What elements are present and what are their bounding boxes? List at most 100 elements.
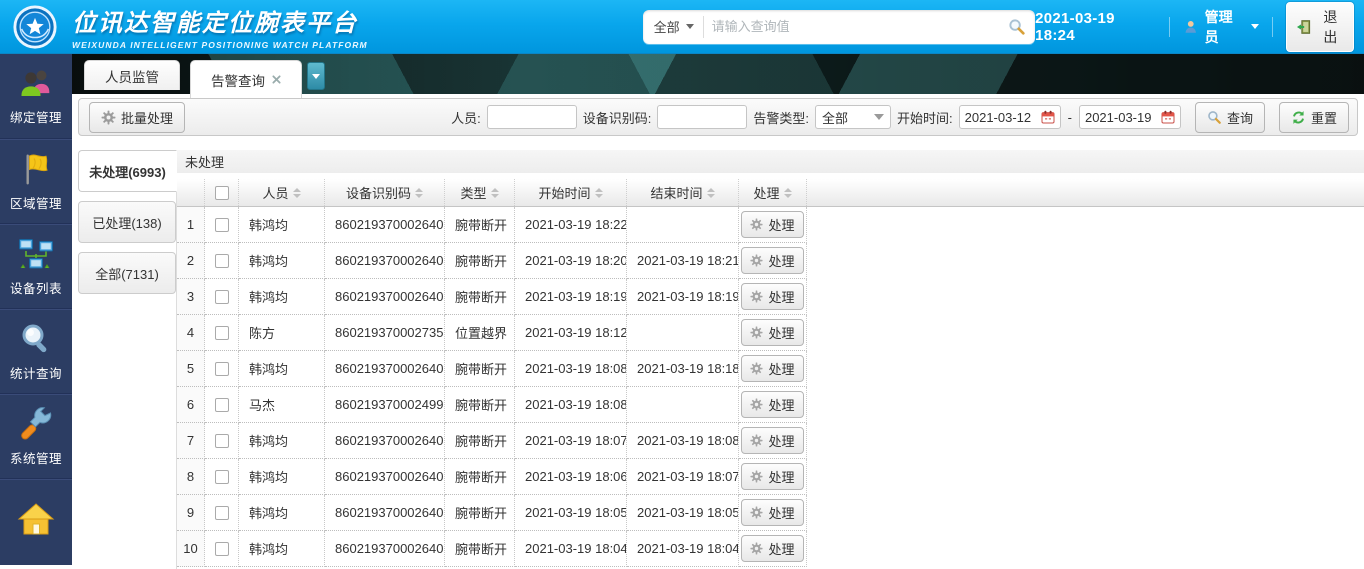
row-checkbox[interactable]: [215, 254, 229, 268]
logout-button[interactable]: 退出: [1286, 2, 1354, 52]
date-to-input[interactable]: 2021-03-19: [1079, 105, 1181, 129]
row-checkbox[interactable]: [215, 398, 229, 412]
cell-start-time: 2021-03-19 18:04: [515, 531, 627, 567]
table-body: 1 韩鸿均 860219370002640 腕带断开 2021-03-19 18…: [177, 207, 1364, 567]
cell-end-time: 2021-03-19 18:08: [627, 423, 739, 459]
app-window: 位讯达智能定位腕表平台 WEIXUNDA INTELLIGENT POSITIO…: [0, 0, 1364, 569]
row-checkbox[interactable]: [215, 434, 229, 448]
row-checkbox[interactable]: [215, 326, 229, 340]
user-menu[interactable]: 管理员: [1183, 7, 1259, 47]
tab-alarm-query[interactable]: 告警查询: [190, 60, 302, 98]
date-range-separator: -: [1068, 110, 1072, 125]
table-row: 4 陈方 860219370002735 位置越界 2021-03-19 18:…: [177, 315, 1364, 351]
sidebar-item-system[interactable]: 系统管理: [0, 394, 72, 479]
device-filter-input[interactable]: [657, 105, 747, 129]
gear-icon: [101, 110, 116, 125]
filter-tab-label: 未处理(6993): [89, 162, 166, 181]
cell-end-time: [627, 207, 739, 243]
sidebar-item-devices[interactable]: 设备列表: [0, 224, 72, 309]
row-process-button[interactable]: 处理: [741, 283, 803, 310]
header-filler-cell: [807, 179, 1364, 206]
batch-process-label: 批量处理: [121, 108, 173, 127]
filter-tab-all[interactable]: 全部(7131): [78, 252, 176, 294]
sidebar-item-region[interactable]: 区域管理: [0, 139, 72, 224]
column-header-end[interactable]: 结束时间: [627, 179, 739, 206]
chevron-down-icon: [686, 24, 694, 29]
sort-icon: [784, 188, 792, 198]
cell-type: 位置越界: [445, 315, 515, 351]
filter-tab-unprocessed[interactable]: 未处理(6993): [78, 150, 177, 192]
tab-personnel-monitor[interactable]: 人员监管: [84, 60, 180, 90]
cell-person: 马杰: [239, 387, 325, 423]
sidebar: 绑定管理 区域管理: [0, 54, 72, 565]
row-checkbox[interactable]: [215, 290, 229, 304]
person-filter-input[interactable]: [487, 105, 577, 129]
row-checkbox[interactable]: [215, 506, 229, 520]
select-all-checkbox[interactable]: [215, 186, 229, 200]
row-process-button[interactable]: 处理: [741, 499, 803, 526]
gear-icon: [750, 542, 763, 555]
tab-list-dropdown-button[interactable]: [307, 62, 325, 90]
row-checkbox[interactable]: [215, 362, 229, 376]
row-checkbox[interactable]: [215, 470, 229, 484]
cell-person: 韩鸿均: [239, 459, 325, 495]
row-process-button[interactable]: 处理: [741, 535, 803, 562]
batch-process-button[interactable]: 批量处理: [89, 102, 185, 133]
cell-action: 处理: [739, 315, 807, 351]
search-input[interactable]: [704, 19, 1008, 34]
tab-label: 人员监管: [105, 66, 159, 86]
column-header-action[interactable]: 处理: [739, 179, 807, 206]
row-checkbox-cell: [205, 495, 239, 531]
row-index: 6: [177, 387, 205, 423]
row-process-label: 处理: [768, 287, 794, 306]
brand-titles: 位讯达智能定位腕表平台 WEIXUNDA INTELLIGENT POSITIO…: [72, 3, 368, 50]
cell-start-time: 2021-03-19 18:12: [515, 315, 627, 351]
calendar-icon: [1041, 110, 1055, 124]
cell-start-time: 2021-03-19 18:19: [515, 279, 627, 315]
column-header-device[interactable]: 设备识别码: [325, 179, 445, 206]
row-index: 2: [177, 243, 205, 279]
date-from-input[interactable]: 2021-03-12: [959, 105, 1061, 129]
filter-tab-processed[interactable]: 已处理(138): [78, 201, 176, 243]
sort-icon: [293, 188, 301, 198]
cell-person: 韩鸿均: [239, 495, 325, 531]
column-header-start[interactable]: 开始时间: [515, 179, 627, 206]
column-header-person[interactable]: 人员: [239, 179, 325, 206]
row-process-button[interactable]: 处理: [741, 391, 803, 418]
alarm-type-select[interactable]: 全部: [815, 105, 891, 129]
row-process-button[interactable]: 处理: [741, 247, 803, 274]
search-category-dropdown[interactable]: 全部: [643, 16, 704, 38]
row-checkbox-cell: [205, 315, 239, 351]
gear-icon: [750, 434, 763, 447]
sidebar-item-binding[interactable]: 绑定管理: [0, 54, 72, 139]
query-label: 查询: [1227, 108, 1253, 127]
row-process-button[interactable]: 处理: [741, 211, 803, 238]
query-button[interactable]: 查询: [1195, 102, 1265, 133]
alarm-type-label: 告警类型:: [753, 108, 809, 127]
app-header: 位讯达智能定位腕表平台 WEIXUNDA INTELLIGENT POSITIO…: [0, 0, 1364, 54]
row-checkbox[interactable]: [215, 218, 229, 232]
row-checkbox-cell: [205, 459, 239, 495]
row-process-label: 处理: [768, 251, 794, 270]
wrench-icon: [18, 407, 54, 441]
sidebar-item-home[interactable]: [0, 479, 72, 565]
row-process-button[interactable]: 处理: [741, 427, 803, 454]
reset-button[interactable]: 重置: [1279, 102, 1349, 133]
row-filler-cell: [807, 459, 1364, 495]
column-header-type[interactable]: 类型: [445, 179, 515, 206]
close-icon[interactable]: [272, 75, 281, 84]
sort-icon: [491, 188, 499, 198]
sidebar-item-statistics[interactable]: 统计查询: [0, 309, 72, 394]
row-filler-cell: [807, 243, 1364, 279]
alarm-table-panel: 未处理 人员 设备识别码: [176, 150, 1364, 569]
home-icon: [17, 501, 55, 537]
row-checkbox[interactable]: [215, 542, 229, 556]
row-process-button[interactable]: 处理: [741, 319, 803, 346]
row-filler-cell: [807, 315, 1364, 351]
row-process-button[interactable]: 处理: [741, 355, 803, 382]
row-checkbox-cell: [205, 243, 239, 279]
row-filler-cell: [807, 387, 1364, 423]
row-process-button[interactable]: 处理: [741, 463, 803, 490]
search-icon[interactable]: [1008, 18, 1026, 36]
cell-action: 处理: [739, 207, 807, 243]
